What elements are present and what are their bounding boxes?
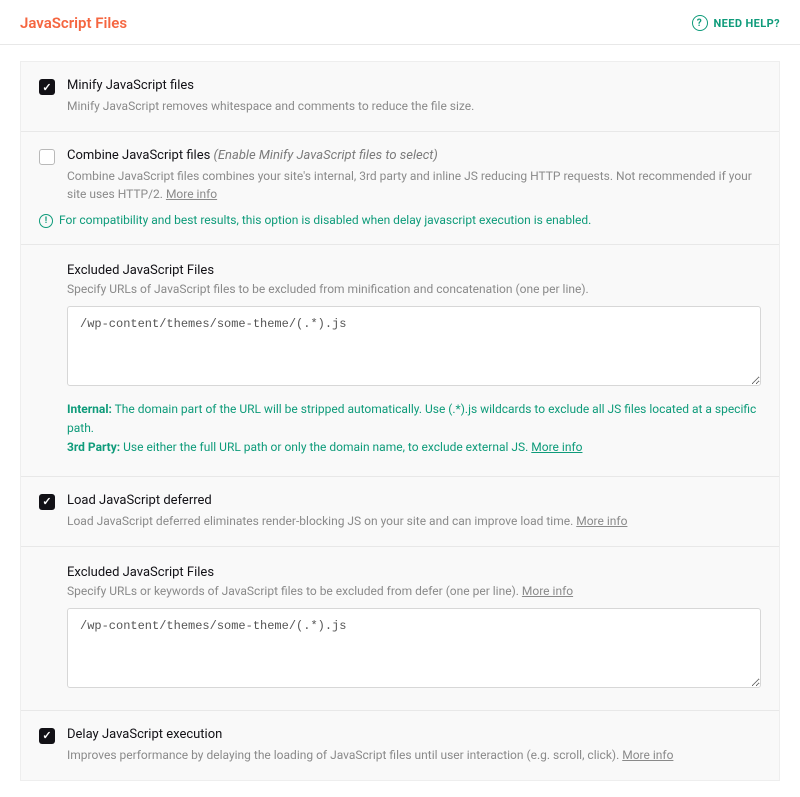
note-internal-label: Internal: xyxy=(67,402,112,416)
combine-title-text: Combine JavaScript files xyxy=(67,148,210,163)
combine-more-link[interactable]: More info xyxy=(166,187,217,201)
excluded-minify-desc: Specify URLs of JavaScript files to be e… xyxy=(67,282,761,296)
defer-desc: Load JavaScript deferred eliminates rend… xyxy=(67,512,761,530)
defer-section: Load JavaScript deferred Load JavaScript… xyxy=(21,476,779,546)
defer-title: Load JavaScript deferred xyxy=(67,493,761,508)
excluded-defer-section: Excluded JavaScript Files Specify URLs o… xyxy=(21,546,779,710)
minify-checkbox[interactable] xyxy=(39,79,55,95)
page-header: JavaScript Files ? NEED HELP? xyxy=(0,0,800,45)
excluded-defer-title: Excluded JavaScript Files xyxy=(67,565,761,580)
excluded-minify-section: Excluded JavaScript Files Specify URLs o… xyxy=(21,244,779,476)
page-title: JavaScript Files xyxy=(20,14,127,32)
combine-section: Combine JavaScript files (Enable Minify … xyxy=(21,131,779,244)
minify-section: Minify JavaScript files Minify JavaScrip… xyxy=(21,62,779,131)
excluded-minify-title: Excluded JavaScript Files xyxy=(67,263,761,278)
delay-desc: Improves performance by delaying the loa… xyxy=(67,746,761,764)
defer-more-link[interactable]: More info xyxy=(576,514,627,528)
combine-warning: ! For compatibility and best results, th… xyxy=(39,213,761,228)
combine-checkbox[interactable] xyxy=(39,149,55,165)
excluded-defer-desc: Specify URLs or keywords of JavaScript f… xyxy=(67,584,761,598)
need-help-link[interactable]: ? NEED HELP? xyxy=(692,15,781,31)
combine-warning-text: For compatibility and best results, this… xyxy=(59,213,591,227)
minify-title: Minify JavaScript files xyxy=(67,78,761,93)
note-third-label: 3rd Party: xyxy=(67,440,120,454)
excluded-defer-desc-more-link[interactable]: More info xyxy=(522,584,573,598)
excluded-minify-textarea[interactable] xyxy=(67,306,761,386)
excluded-minify-more-link[interactable]: More info xyxy=(531,440,582,454)
help-icon: ? xyxy=(692,15,708,31)
excluded-minify-note: Internal: The domain part of the URL wil… xyxy=(67,400,761,458)
settings-panel: Minify JavaScript files Minify JavaScrip… xyxy=(20,61,780,781)
minify-desc: Minify JavaScript removes whitespace and… xyxy=(67,97,761,115)
delay-more-link[interactable]: More info xyxy=(622,748,673,762)
warning-icon: ! xyxy=(39,214,53,228)
delay-section: Delay JavaScript execution Improves perf… xyxy=(21,710,779,780)
combine-title: Combine JavaScript files (Enable Minify … xyxy=(67,148,761,163)
defer-checkbox[interactable] xyxy=(39,494,55,510)
combine-desc: Combine JavaScript files combines your s… xyxy=(67,167,761,203)
combine-hint: (Enable Minify JavaScript files to selec… xyxy=(214,148,438,163)
delay-title: Delay JavaScript execution xyxy=(67,727,761,742)
need-help-label: NEED HELP? xyxy=(714,17,781,30)
excluded-defer-textarea[interactable] xyxy=(67,608,761,688)
delay-checkbox[interactable] xyxy=(39,728,55,744)
